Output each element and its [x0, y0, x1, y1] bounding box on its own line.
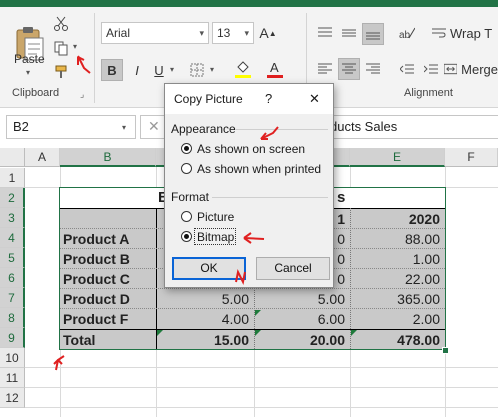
annotation-arrow-ok	[235, 268, 246, 286]
annotation-arrow-bitmap	[243, 237, 265, 240]
annotation-overlay	[53, 55, 279, 371]
